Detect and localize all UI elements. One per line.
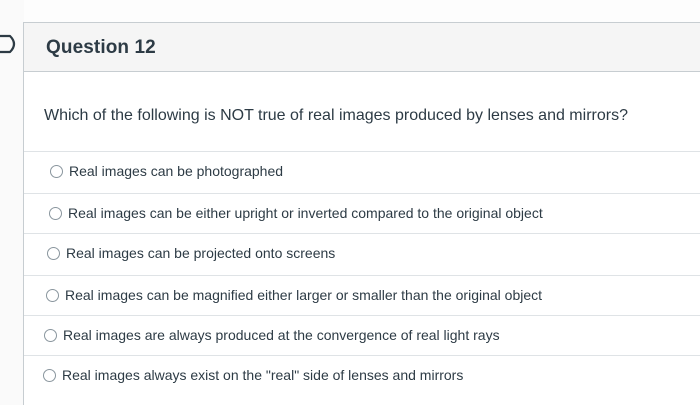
radio-circle-icon[interactable]: [49, 207, 62, 220]
answer-option[interactable]: Real images are always produced at the c…: [24, 315, 700, 356]
flag-arrow-icon[interactable]: [0, 30, 22, 58]
answer-label[interactable]: Real images are always produced at the c…: [63, 327, 500, 343]
question-card: Question 12 Which of the following is NO…: [23, 22, 700, 405]
answer-label[interactable]: Real images can be magnified either larg…: [65, 287, 542, 303]
answer-label[interactable]: Real images always exist on the "real" s…: [62, 367, 463, 383]
answer-option[interactable]: Real images can be either upright or inv…: [24, 193, 700, 234]
radio-circle-icon[interactable]: [50, 165, 63, 178]
radio-circle-icon[interactable]: [47, 247, 60, 260]
question-flag-area[interactable]: [0, 0, 24, 405]
answer-label[interactable]: Real images can be photographed: [69, 163, 283, 179]
question-title: Question 12: [46, 37, 156, 58]
radio-circle-icon[interactable]: [44, 329, 57, 342]
answer-option[interactable]: Real images can be magnified either larg…: [24, 275, 700, 316]
question-text: Which of the following is NOT true of re…: [44, 107, 628, 124]
answer-option[interactable]: Real images always exist on the "real" s…: [24, 355, 700, 396]
answer-label[interactable]: Real images can be projected onto screen…: [66, 245, 335, 261]
answer-option[interactable]: Real images can be photographed: [24, 151, 700, 192]
answer-option[interactable]: Real images can be projected onto screen…: [24, 233, 700, 274]
radio-circle-icon[interactable]: [46, 289, 59, 302]
quiz-page: Question 12 Which of the following is NO…: [0, 0, 700, 405]
radio-circle-icon[interactable]: [43, 369, 56, 382]
answer-label[interactable]: Real images can be either upright or inv…: [68, 205, 543, 221]
question-header: Question 12: [24, 23, 700, 72]
